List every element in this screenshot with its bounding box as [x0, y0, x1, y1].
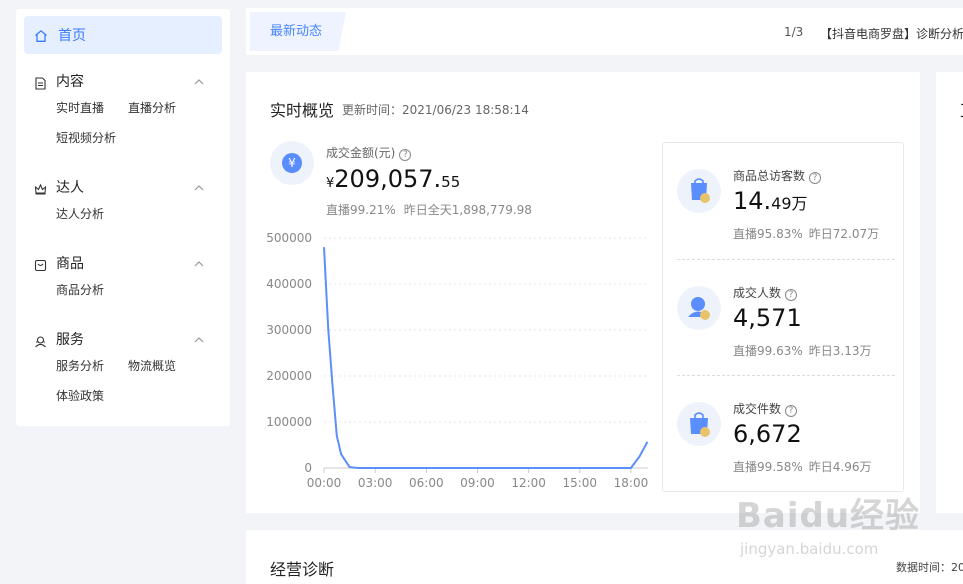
sidebar-section-head-service[interactable]: 服务: [16, 327, 230, 351]
y-tick-label: 100000: [266, 415, 312, 429]
sidebar-item-short-video-analysis[interactable]: 短视频分析: [56, 123, 116, 153]
watermark-logo-text: Baidu经验: [736, 496, 921, 536]
sidebar: 首页 内容 实时直播 直播分析 短视频分析 达人 达人分析 商品 商品分析 服务…: [16, 9, 230, 426]
sidebar-section-head-product[interactable]: 商品: [16, 251, 230, 275]
metrics-panel: 商品总访客数? 14.49万 直播95.83% 昨日72.07万 成交人数? 4,…: [662, 142, 904, 492]
sidebar-section-product: 商品 商品分析: [16, 251, 230, 305]
x-tick-label: 03:00: [358, 476, 393, 490]
update-time: 更新时间：2021/06/23 18:58:14: [342, 103, 529, 117]
sidebar-section-talent: 达人 达人分析: [16, 175, 230, 229]
shopping-bag-icon: [677, 402, 721, 446]
section-title: 服务: [56, 332, 84, 348]
sidebar-item-service-analysis[interactable]: 服务分析: [56, 351, 104, 381]
x-tick-label: 00:00: [307, 476, 342, 490]
sidebar-section-head-talent[interactable]: 达人: [16, 175, 230, 199]
metric-visitors: 商品总访客数? 14.49万 直播95.83% 昨日72.07万: [677, 143, 895, 259]
gmv-yesterday: 昨日全天1,898,779.98: [403, 203, 532, 217]
sidebar-item-home[interactable]: 首页: [24, 16, 222, 54]
help-icon[interactable]: ?: [785, 405, 798, 417]
sidebar-item-experience-policy[interactable]: 体验政策: [56, 381, 104, 411]
x-tick-label: 15:00: [562, 476, 597, 490]
yen-icon: ¥: [270, 141, 314, 185]
section-title: 商品: [56, 256, 84, 272]
x-tick-label: 18:00: [614, 476, 649, 490]
sidebar-item-live-realtime[interactable]: 实时直播: [56, 93, 104, 123]
baidu-watermark: Baidu经验 jingyan.baidu.com: [736, 480, 936, 576]
y-tick-label: 200000: [266, 369, 312, 383]
section-title: 达人: [56, 180, 84, 196]
news-page-indicator: 1/3: [784, 25, 804, 39]
help-icon[interactable]: ?: [785, 289, 798, 301]
realtime-overview-card: 实时概览 更新时间：2021/06/23 18:58:14 ¥ 成交金额(元)?…: [246, 72, 920, 513]
metric-buyers: 成交人数? 4,571 直播99.63% 昨日3.13万: [677, 260, 895, 376]
sidebar-home-label: 首页: [58, 28, 86, 44]
chevron-up-icon[interactable]: [192, 74, 206, 88]
sidebar-item-product-analysis[interactable]: 商品分析: [56, 275, 104, 305]
gmv-comparison: 直播99.21% 昨日全天1,898,779.98: [326, 201, 532, 218]
chevron-up-icon[interactable]: [192, 332, 206, 346]
document-icon: [34, 75, 47, 90]
help-icon[interactable]: ?: [809, 172, 822, 184]
chevron-up-icon[interactable]: [192, 256, 206, 270]
buyer-icon: [677, 286, 721, 330]
sidebar-section-content: 内容 实时直播 直播分析 短视频分析: [16, 69, 230, 153]
product-icon: [34, 257, 47, 271]
y-tick-label: 500000: [266, 231, 312, 245]
y-tick-label: 400000: [266, 277, 312, 291]
home-icon: [34, 28, 48, 42]
help-icon[interactable]: ?: [399, 149, 412, 161]
x-tick-label: 06:00: [409, 476, 444, 490]
sidebar-item-live-analysis[interactable]: 直播分析: [128, 93, 176, 123]
sidebar-section-service: 服务 服务分析 物流概览 体验政策: [16, 327, 230, 411]
bag-icon: [677, 169, 721, 213]
diagnosis-title: 经营诊断: [270, 560, 335, 579]
metric-items: 成交件数? 6,672 直播99.58% 昨日4.96万: [677, 376, 895, 492]
news-bar: 最新动态 1/3 【抖音电商罗盘】诊断分析: [246, 8, 963, 55]
news-headline-link[interactable]: 【抖音电商罗盘】诊断分析: [820, 25, 963, 42]
gmv-line-chart: 500000 400000 300000 200000 100000 000:00 03:0…: [266, 231, 649, 490]
right-card: 直: [936, 72, 963, 513]
x-tick-label: 12:00: [511, 476, 546, 490]
news-tab[interactable]: 最新动态: [250, 12, 346, 51]
x-tick-label: 09:00: [460, 476, 495, 490]
chevron-up-icon[interactable]: [192, 180, 206, 194]
sidebar-item-talent-analysis[interactable]: 达人分析: [56, 199, 104, 229]
gmv-label: 成交金额(元)?: [326, 144, 412, 161]
service-icon: [34, 333, 47, 347]
y-tick-label: 300000: [266, 323, 312, 337]
watermark-url: jingyan.baidu.com: [740, 540, 879, 558]
sidebar-section-head-content[interactable]: 内容: [16, 69, 230, 93]
series-line: [323, 247, 649, 469]
sidebar-item-logistics-overview[interactable]: 物流概览: [128, 351, 176, 381]
crown-icon: [34, 181, 47, 195]
gmv-live-ratio: 直播99.21%: [326, 203, 396, 217]
y-tick-label: 0: [304, 461, 312, 475]
section-title: 内容: [56, 74, 84, 90]
gmv-value: ¥209,057.55: [326, 165, 461, 193]
card-title: 实时概览: [270, 101, 335, 120]
